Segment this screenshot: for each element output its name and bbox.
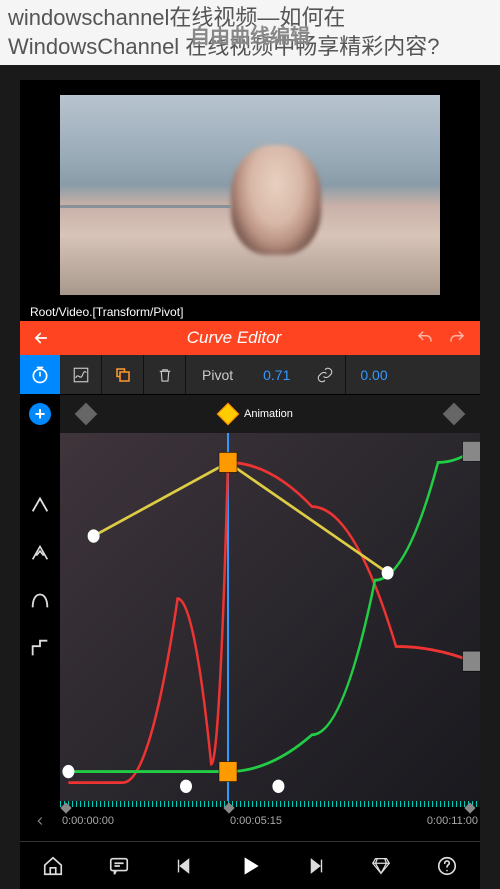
plus-icon: +: [29, 403, 51, 425]
time-label-1: 0:00:05:15: [230, 815, 282, 827]
animation-row: + Animation: [20, 395, 480, 433]
linear-mode-icon[interactable]: [29, 493, 51, 515]
copy-icon[interactable]: [102, 355, 144, 394]
editor-title: Curve Editor: [64, 328, 404, 348]
redo-icon[interactable]: [448, 329, 468, 347]
curve-mode-sidebar: [20, 433, 60, 801]
step-mode-icon[interactable]: [29, 637, 51, 659]
curve-canvas[interactable]: [60, 433, 480, 801]
help-icon[interactable]: [427, 846, 467, 886]
play-icon[interactable]: [230, 846, 270, 886]
video-editor-app: Root/Video.[Transform/Pivot] Curve Edito…: [20, 80, 480, 889]
timeline-prev-icon[interactable]: [20, 801, 60, 841]
property-toolbar: Pivot 0.71 0.00: [20, 355, 480, 395]
step-back-icon[interactable]: [164, 846, 204, 886]
curve-view-icon[interactable]: [60, 355, 102, 394]
timeline: 0:00:00:00 0:00:05:15 0:00:11:00: [20, 801, 480, 841]
curve-area: [20, 433, 480, 801]
link-icon[interactable]: [304, 355, 346, 394]
time-label-0: 0:00:00:00: [62, 815, 114, 827]
timeline-track[interactable]: 0:00:00:00 0:00:05:15 0:00:11:00: [60, 801, 480, 841]
keyframe-prev-icon[interactable]: [75, 403, 98, 426]
animation-label: Animation: [244, 408, 293, 420]
video-preview[interactable]: [60, 95, 440, 295]
home-icon[interactable]: [33, 846, 73, 886]
curve-editor-header: Curve Editor: [20, 321, 480, 355]
property-value-x[interactable]: 0.71: [249, 367, 304, 383]
property-value-y[interactable]: 0.00: [346, 367, 401, 383]
step-forward-icon[interactable]: [296, 846, 336, 886]
comment-icon[interactable]: [99, 846, 139, 886]
add-key-button[interactable]: +: [20, 395, 60, 433]
ease-mode-icon[interactable]: [29, 541, 51, 563]
time-label-2: 0:00:11:00: [427, 815, 478, 827]
property-label: Pivot: [186, 367, 249, 383]
timeline-ticks: [60, 801, 480, 807]
breadcrumb: Root/Video.[Transform/Pivot]: [20, 303, 480, 321]
keyframe-current-icon[interactable]: [217, 403, 240, 426]
bottom-nav: [20, 841, 480, 889]
keyframe-next-icon[interactable]: [443, 403, 466, 426]
trash-icon[interactable]: [144, 355, 186, 394]
back-icon[interactable]: [32, 329, 52, 347]
keyframe-track[interactable]: Animation: [60, 395, 480, 433]
watermark-text: 自由曲线编辑: [190, 20, 310, 49]
timer-tab[interactable]: [20, 355, 60, 394]
gem-icon[interactable]: [361, 846, 401, 886]
undo-icon[interactable]: [416, 329, 436, 347]
bezier-mode-icon[interactable]: [29, 589, 51, 611]
